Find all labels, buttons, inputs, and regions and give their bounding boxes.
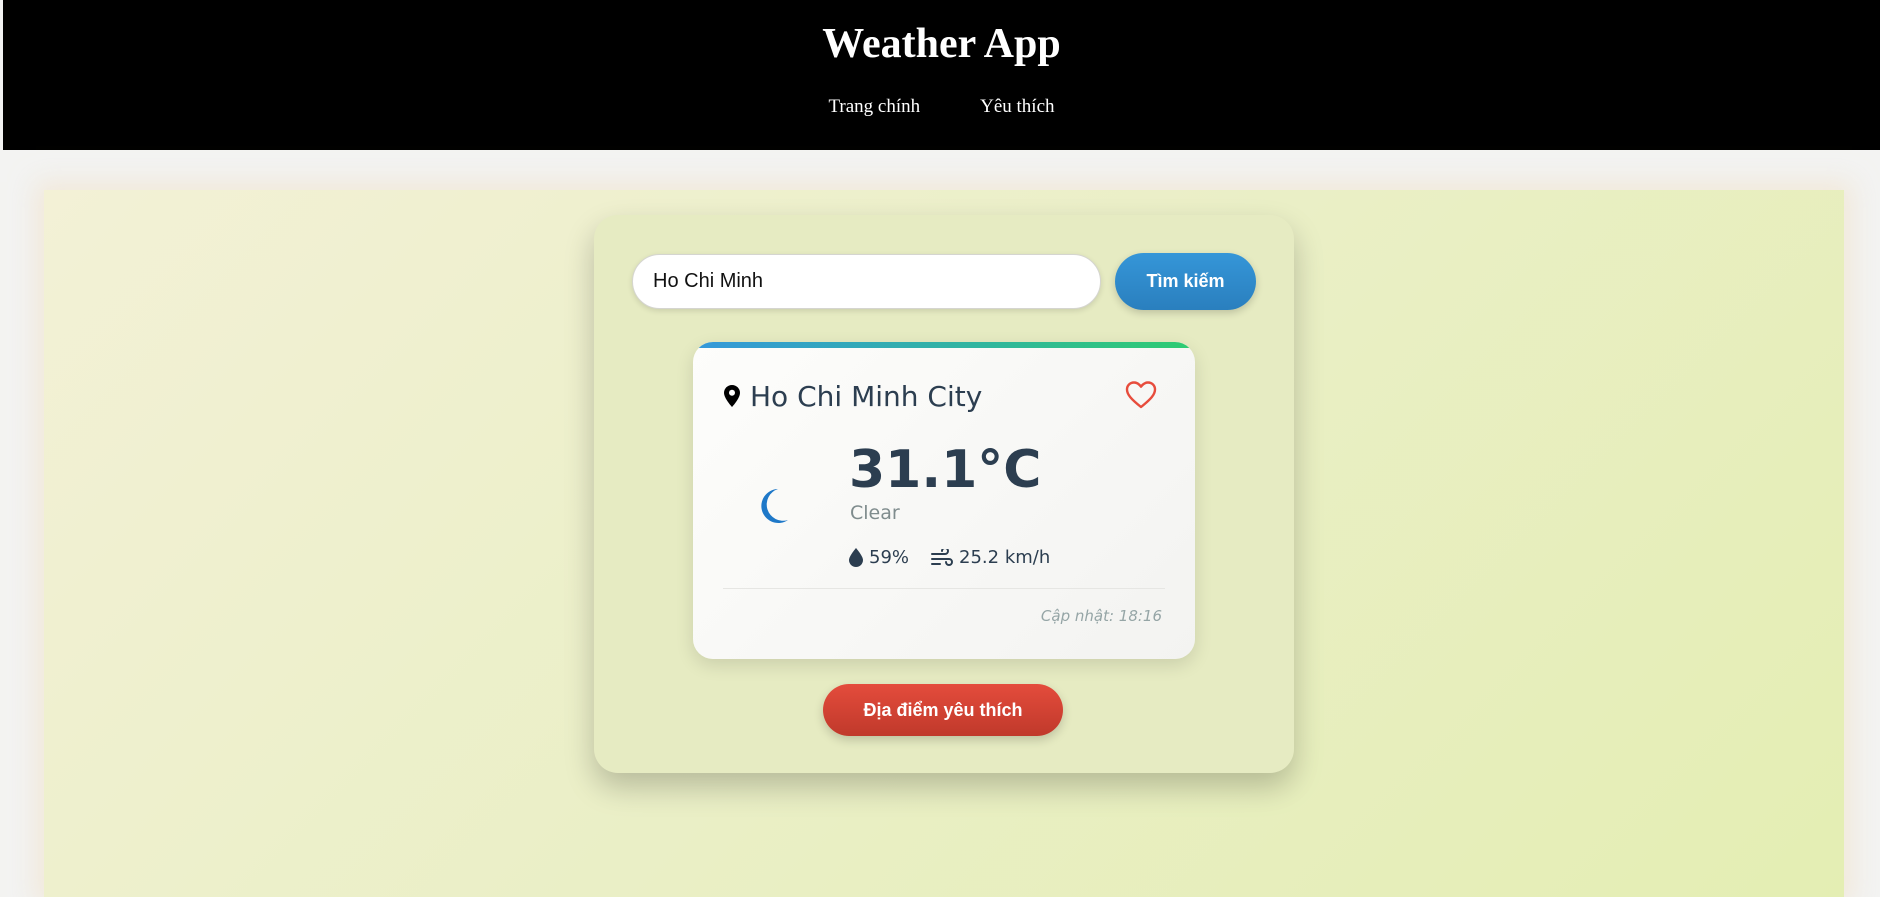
app-header: Weather App Trang chính Yêu thích — [3, 0, 1880, 150]
app-title: Weather App — [822, 21, 1061, 67]
wind-stat: 25.2 km/h — [931, 547, 1050, 568]
weather-stats: 59% 25.2 km/h — [849, 547, 1050, 568]
nav-home-link[interactable]: Trang chính — [828, 96, 920, 118]
humidity-stat: 59% — [849, 547, 909, 568]
main-nav: Trang chính Yêu thích — [3, 96, 1880, 118]
wind-value: 25.2 km/h — [959, 547, 1051, 568]
city-search-input[interactable] — [632, 254, 1101, 309]
favorite-places-button[interactable]: Địa điểm yêu thích — [823, 684, 1063, 736]
map-pin-icon — [724, 385, 740, 407]
card-divider — [723, 588, 1165, 589]
humidity-value: 59% — [869, 547, 910, 568]
city-name: Ho Chi Minh City — [750, 380, 983, 413]
moon-icon — [761, 489, 788, 523]
droplet-icon — [849, 548, 863, 567]
card-accent-bar — [693, 342, 1195, 348]
heart-outline-icon[interactable] — [1125, 380, 1157, 410]
temperature: 31.1°C — [849, 440, 1042, 500]
wind-icon — [931, 548, 953, 566]
weather-description: Clear — [850, 502, 900, 524]
search-button[interactable]: Tìm kiếm — [1115, 253, 1256, 310]
nav-favorites-link[interactable]: Yêu thích — [980, 96, 1054, 118]
last-updated: Cập nhật: 18:16 — [1040, 607, 1162, 625]
weather-card: Ho Chi Minh City 31.1°C Clear 59% 25.2 k… — [693, 342, 1195, 659]
